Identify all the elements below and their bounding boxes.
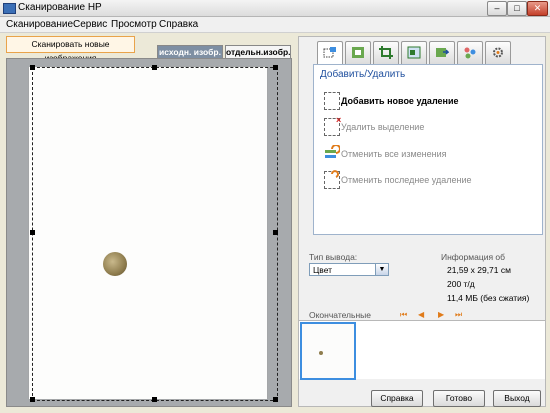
rotate-icon: [436, 48, 449, 57]
action-label: Добавить новое удаление: [341, 96, 459, 106]
resize-handle[interactable]: [273, 65, 278, 70]
add-remove-panel: Добавить/Удалить Добавить новое удаление…: [313, 64, 543, 235]
menu-help[interactable]: Справка: [159, 19, 198, 30]
undo-all-icon: [325, 145, 340, 158]
image-file-size: 11,4 МБ (без сжатия): [447, 293, 530, 303]
last-icon[interactable]: ⏭: [455, 310, 462, 320]
menu-view[interactable]: Просмотр: [111, 19, 157, 30]
page-thumbnail[interactable]: [300, 322, 356, 380]
thumbnail-strip: [299, 320, 545, 380]
resize-handle[interactable]: [30, 397, 35, 402]
maximize-button[interactable]: □: [507, 1, 527, 16]
window-title: Сканирование HP: [18, 2, 102, 13]
title-bar: Сканирование HP – □ ✕: [0, 0, 550, 17]
final-images-label: Окончательные: [309, 310, 371, 320]
exit-button[interactable]: Выход: [493, 390, 541, 407]
color-tool-tab[interactable]: [345, 41, 371, 65]
add-remove-tool-tab[interactable]: [317, 41, 343, 66]
next-icon[interactable]: ▶: [438, 310, 444, 319]
done-button[interactable]: Готово: [433, 390, 485, 407]
tab-separate-image[interactable]: отдельн.изобр.: [225, 45, 291, 59]
resize-handle[interactable]: [273, 397, 278, 402]
resize-handle[interactable]: [152, 397, 157, 402]
scan-preview-area: [6, 58, 292, 407]
menu-scan[interactable]: Сканирование: [6, 19, 73, 30]
color-icon: [352, 47, 364, 58]
resize-icon: [407, 46, 421, 59]
menu-service[interactable]: Сервис: [73, 19, 107, 30]
output-type-select[interactable]: Цвет ▼: [309, 263, 389, 276]
first-icon[interactable]: ⏮: [400, 310, 407, 320]
resize-handle[interactable]: [273, 230, 278, 235]
thumbnail-coin: [319, 351, 323, 355]
resize-handle[interactable]: [152, 65, 157, 70]
gear-icon: [493, 47, 503, 58]
chevron-down-icon[interactable]: ▼: [375, 264, 388, 275]
tab-original-image[interactable]: исходн. изобр.: [157, 45, 223, 59]
resize-tool-tab[interactable]: [401, 41, 427, 65]
help-button[interactable]: Справка: [371, 390, 423, 407]
output-type-label: Тип вывода:: [309, 252, 358, 262]
menu-bar: Сканирование Сервис Просмотр Справка: [0, 17, 550, 33]
tools-panel: Добавить/Удалить Добавить новое удаление…: [298, 36, 546, 407]
app-icon: [3, 3, 16, 14]
previous-icon[interactable]: ◀: [418, 310, 424, 319]
resize-handle[interactable]: [30, 230, 35, 235]
crop-icon: [379, 46, 393, 59]
add-removal-icon: [324, 92, 340, 110]
action-label: Отменить последнее удаление: [341, 175, 472, 185]
settings-tool-tab[interactable]: [485, 41, 511, 65]
image-dimensions: 21,59 х 29,71 см: [447, 265, 511, 275]
image-resolution: 200 т/д: [447, 279, 475, 289]
action-label: Удалить выделение: [341, 122, 425, 132]
adjust-tool-tab[interactable]: [457, 41, 483, 65]
panel-title: Добавить/Удалить: [320, 69, 406, 80]
rotate-tool-tab[interactable]: [429, 41, 455, 65]
info-label: Информация об: [441, 252, 505, 262]
output-type-value: Цвет: [313, 265, 333, 275]
add-remove-icon: [323, 47, 336, 58]
scan-new-images-button[interactable]: Сканировать новые изображения: [6, 36, 135, 63]
resize-handle[interactable]: [30, 65, 35, 70]
adjust-icon: [464, 47, 476, 59]
close-button[interactable]: ✕: [527, 1, 548, 16]
undo-arrow-icon: [331, 170, 339, 178]
minimize-button[interactable]: –: [487, 1, 507, 16]
crop-tool-tab[interactable]: [373, 41, 399, 65]
coin-image: [103, 252, 127, 276]
selection-frame[interactable]: [32, 67, 278, 401]
action-label: Отменить все изменения: [341, 149, 447, 159]
